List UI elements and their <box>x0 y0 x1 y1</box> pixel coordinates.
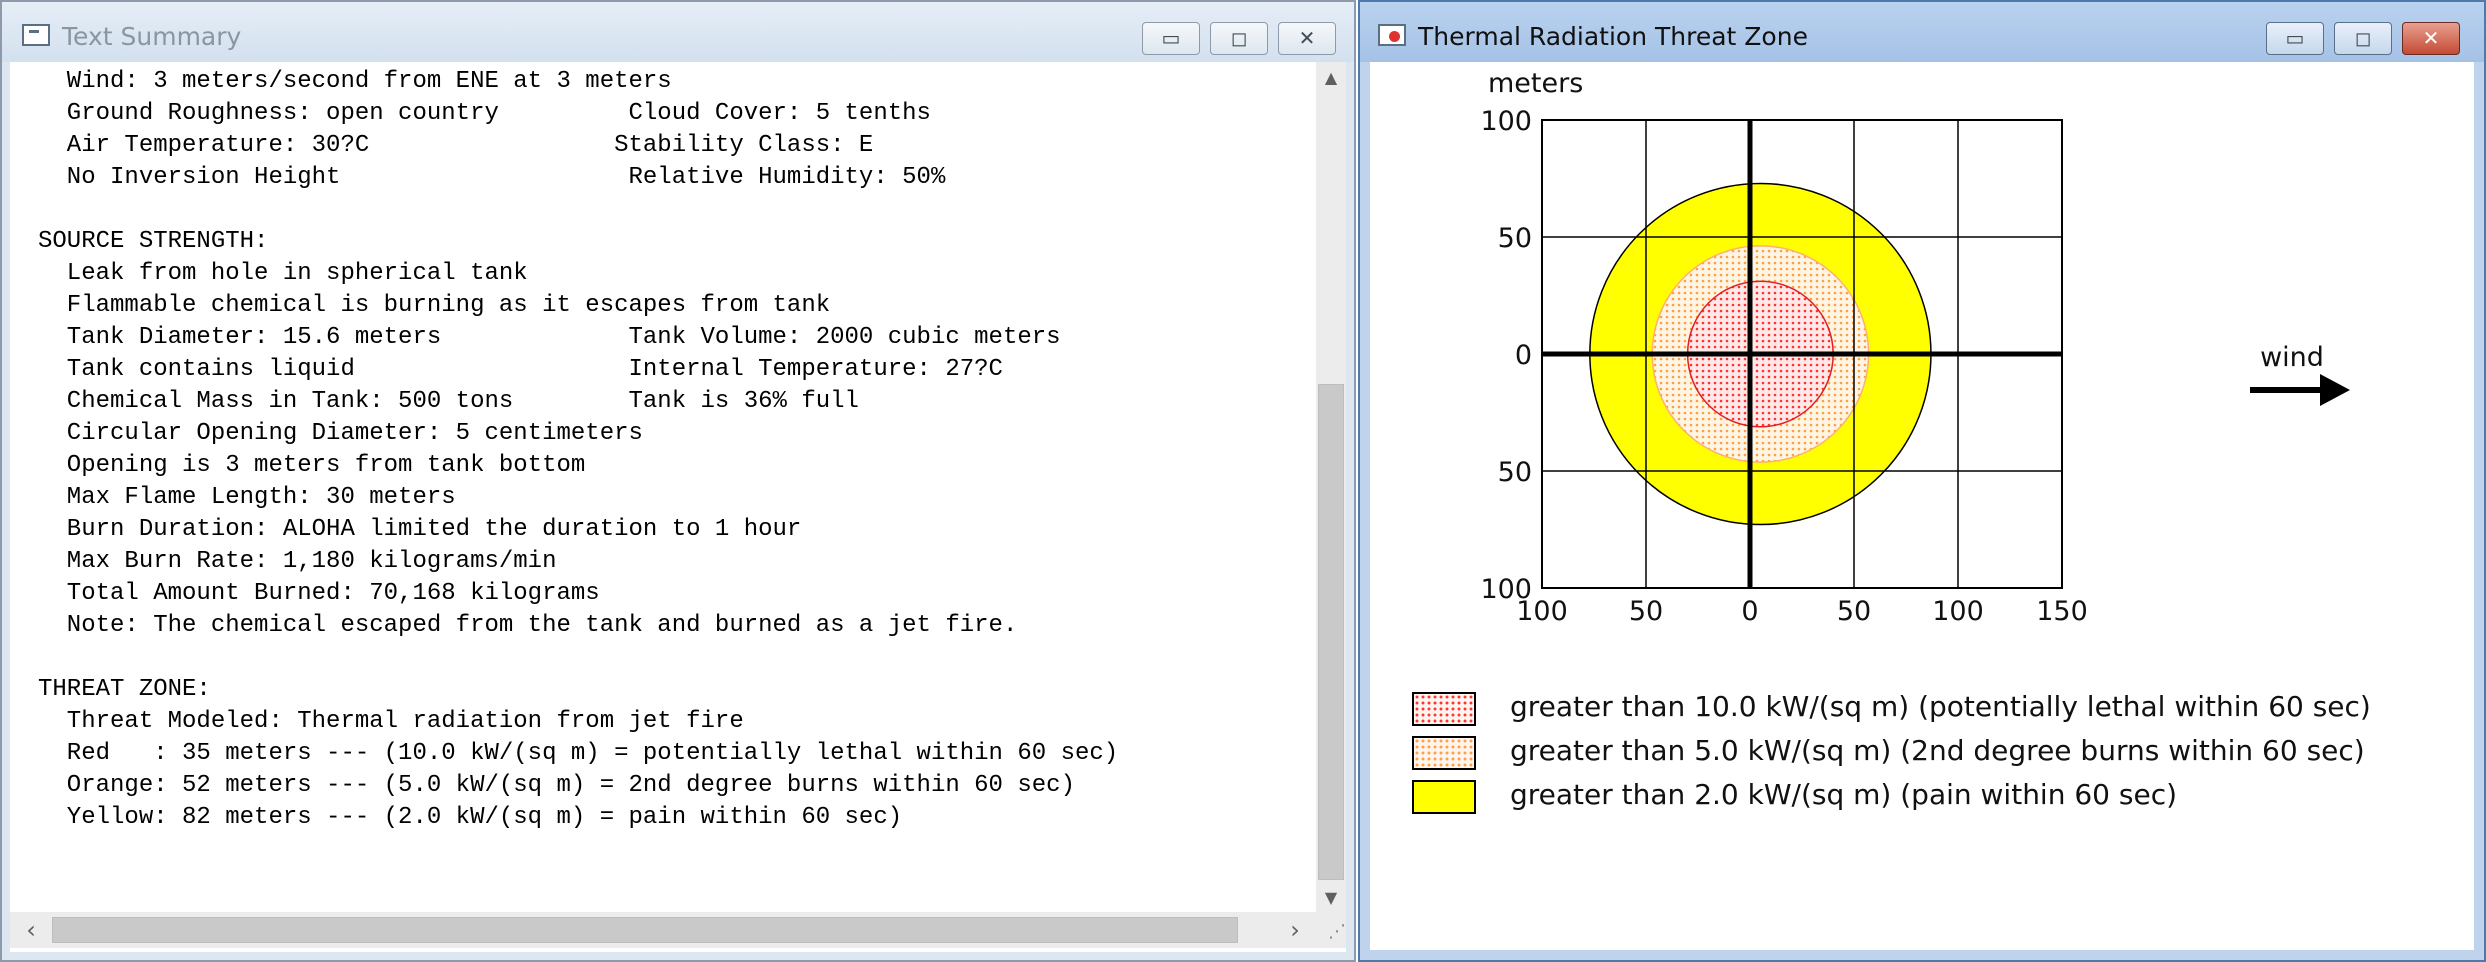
x-tick-label: 150 <box>2036 596 2088 622</box>
report-line: Tank contains liquid Internal Temperatur… <box>38 356 1003 383</box>
x-tick-label: 50 <box>1837 596 1871 622</box>
threat-zone-icon <box>1378 24 1406 46</box>
close-button[interactable]: ✕ <box>2402 22 2460 55</box>
text-summary-window: Text Summary ▭ ◻ ✕ Wind: 3 meters/second… <box>0 0 1356 962</box>
text-summary-title: Text Summary <box>62 22 242 51</box>
report-line: SOURCE STRENGTH: <box>38 228 269 255</box>
threat-zone-plot: 1005005010015010050050100metersmeterswin… <box>1480 68 2350 622</box>
y-tick-label: 0 <box>1515 340 1532 371</box>
threat-zone-titlebar[interactable]: Thermal Radiation Threat Zone ▭ ◻ ✕ <box>1360 2 2484 62</box>
report-line: Max Burn Rate: 1,180 kilograms/min <box>38 548 557 575</box>
report-line: No Inversion Height Relative Humidity: 5… <box>38 164 946 191</box>
x-tick-label: 0 <box>1741 596 1758 622</box>
legend-label: greater than 2.0 kW/(sq m) (pain within … <box>1510 778 2178 811</box>
wind-label: wind <box>2260 342 2324 373</box>
vertical-scrollbar[interactable]: ▲ ▼ <box>1316 62 1346 912</box>
document-icon <box>22 24 50 46</box>
text-summary-client: Wind: 3 meters/second from ENE at 3 mete… <box>10 62 1346 952</box>
report-line: Opening is 3 meters from tank bottom <box>38 452 586 479</box>
y-tick-label: 50 <box>1498 457 1532 488</box>
legend-label: greater than 5.0 kW/(sq m) (2nd degree b… <box>1510 734 2365 767</box>
report-line: Max Flame Length: 30 meters <box>38 484 456 511</box>
horizontal-scroll-thumb[interactable] <box>52 917 1238 943</box>
vertical-scroll-thumb[interactable] <box>1318 384 1344 880</box>
report-line: Orange: 52 meters --- (5.0 kW/(sq m) = 2… <box>38 772 1075 799</box>
minimize-button[interactable]: ▭ <box>1142 22 1200 55</box>
x-tick-label: 50 <box>1629 596 1663 622</box>
scroll-left-arrow-icon[interactable]: ‹ <box>16 916 46 944</box>
horizontal-scrollbar[interactable]: ‹ › <box>10 912 1316 948</box>
report-line: Yellow: 82 meters --- (2.0 kW/(sq m) = p… <box>38 804 903 831</box>
legend-row: greater than 5.0 kW/(sq m) (2nd degree b… <box>1370 734 2470 774</box>
y-axis-label: meters <box>1488 68 1583 99</box>
report-line: Circular Opening Diameter: 5 centimeters <box>38 420 643 447</box>
legend-row: greater than 10.0 kW/(sq m) (potentially… <box>1370 690 2470 730</box>
legend-label: greater than 10.0 kW/(sq m) (potentially… <box>1510 690 2371 723</box>
report-line: Threat Modeled: Thermal radiation from j… <box>38 708 744 735</box>
report-line: Flammable chemical is burning as it esca… <box>38 292 831 319</box>
report-text-area[interactable]: Wind: 3 meters/second from ENE at 3 mete… <box>10 62 1316 912</box>
x-tick-label: 100 <box>1932 596 1984 622</box>
threat-zone-title: Thermal Radiation Threat Zone <box>1418 22 1808 51</box>
text-summary-titlebar[interactable]: Text Summary ▭ ◻ ✕ <box>2 2 1354 62</box>
maximize-button[interactable]: ◻ <box>2334 22 2392 55</box>
report-line: Note: The chemical escaped from the tank… <box>38 612 1018 639</box>
report-line: Tank Diameter: 15.6 meters Tank Volume: … <box>38 324 1061 351</box>
wind-arrow-icon <box>2320 374 2350 406</box>
y-tick-label: 100 <box>1480 106 1532 137</box>
report-line: THREAT ZONE: <box>38 676 211 703</box>
scroll-right-arrow-icon[interactable]: › <box>1280 916 1310 944</box>
report-line: Wind: 3 meters/second from ENE at 3 mete… <box>38 68 672 95</box>
y-tick-label: 100 <box>1480 574 1532 605</box>
report-line: Leak from hole in spherical tank <box>38 260 528 287</box>
report-line: Burn Duration: ALOHA limited the duratio… <box>38 516 802 543</box>
legend-swatch <box>1412 736 1476 770</box>
report-line: Chemical Mass in Tank: 500 tons Tank is … <box>38 388 859 415</box>
report-line: Air Temperature: 30?C Stability Class: E <box>38 132 874 159</box>
minimize-button[interactable]: ▭ <box>2266 22 2324 55</box>
legend-row: greater than 2.0 kW/(sq m) (pain within … <box>1370 778 2470 818</box>
legend-swatch <box>1412 692 1476 726</box>
maximize-button[interactable]: ◻ <box>1210 22 1268 55</box>
resize-grip-icon[interactable]: ⋰ <box>1316 912 1346 948</box>
report-line: Red : 35 meters --- (10.0 kW/(sq m) = po… <box>38 740 1119 767</box>
scroll-up-arrow-icon[interactable]: ▲ <box>1316 68 1346 87</box>
legend-swatch <box>1412 780 1476 814</box>
close-button[interactable]: ✕ <box>1278 22 1336 55</box>
report-line: Total Amount Burned: 70,168 kilograms <box>38 580 600 607</box>
y-tick-label: 50 <box>1498 223 1532 254</box>
threat-zone-client: 1005005010015010050050100metersmeterswin… <box>1370 62 2474 950</box>
scroll-down-arrow-icon[interactable]: ▼ <box>1316 888 1346 907</box>
threat-zone-window: Thermal Radiation Threat Zone ▭ ◻ ✕ 100 5… <box>1358 0 2486 962</box>
report-line: Ground Roughness: open country Cloud Cov… <box>38 100 931 127</box>
